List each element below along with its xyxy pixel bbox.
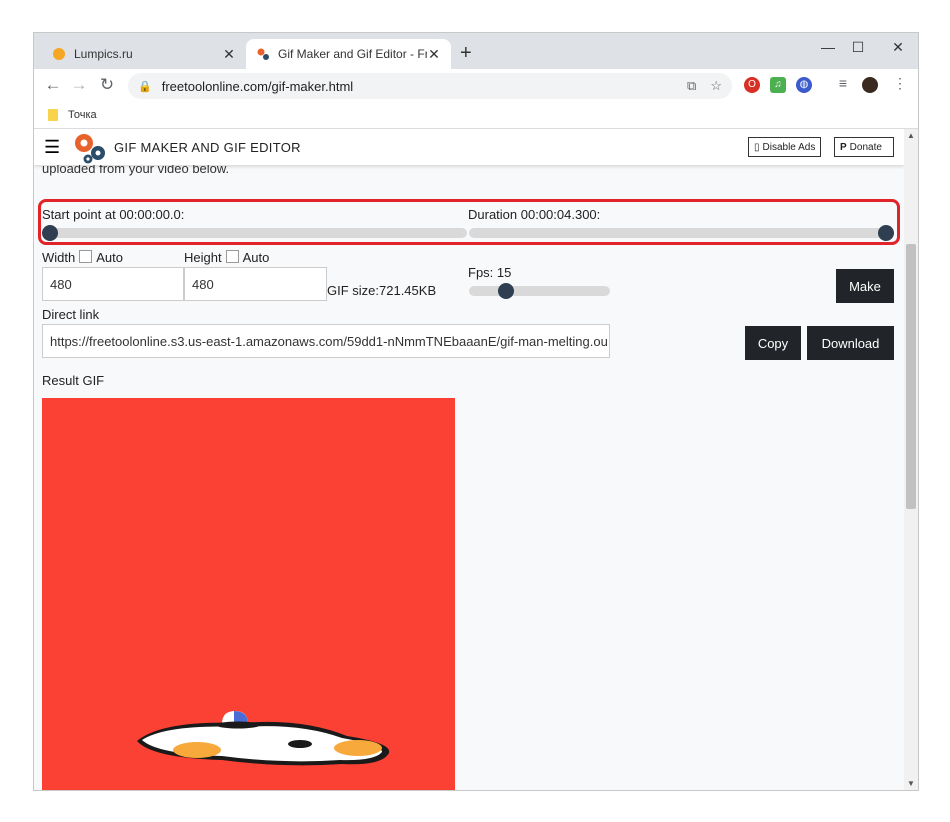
hamburger-menu-icon[interactable]: ☰ xyxy=(44,137,60,158)
maximize-button[interactable]: ☐ xyxy=(843,39,873,56)
melting-man-illustration xyxy=(137,711,390,766)
width-input[interactable]: 480 xyxy=(42,267,184,301)
donate-label: Donate xyxy=(849,141,882,153)
width-label-group: Width Auto xyxy=(42,250,123,265)
scroll-up-icon[interactable]: ▲ xyxy=(907,131,915,140)
gif-size-text: GIF size:721.45KB xyxy=(327,283,437,298)
width-auto-checkbox[interactable] xyxy=(79,250,93,263)
extension-globe-icon[interactable]: ◍ xyxy=(796,77,812,93)
extension-opera-icon[interactable]: O xyxy=(744,77,760,93)
height-auto-checkbox[interactable] xyxy=(225,250,239,263)
result-gif-label: Result GIF xyxy=(42,373,105,388)
width-label: Width xyxy=(42,250,76,265)
star-icon[interactable]: ☆ xyxy=(710,78,722,94)
profile-avatar[interactable] xyxy=(862,77,878,93)
gears-logo-icon xyxy=(75,134,105,164)
translate-icon[interactable]: ⧉ xyxy=(687,78,696,94)
fps-slider-track[interactable] xyxy=(469,286,610,296)
close-window-button[interactable]: ✕ xyxy=(883,39,913,56)
new-tab-button[interactable]: + xyxy=(460,43,472,63)
minimize-button[interactable]: — xyxy=(813,39,843,55)
tab-title: Lumpics.ru xyxy=(74,47,133,61)
height-label-group: Height Auto xyxy=(184,250,269,265)
bookmark-item[interactable]: Точка xyxy=(68,109,97,121)
width-auto-label: Auto xyxy=(96,250,123,265)
copy-button[interactable]: Copy xyxy=(745,326,801,360)
url-text: freetoolonline.com/gif-maker.html xyxy=(161,78,354,94)
forward-icon[interactable]: → xyxy=(68,75,90,95)
site-brand[interactable]: GIF MAKER AND GIF EDITOR xyxy=(114,140,301,155)
tab-lumpics[interactable]: Lumpics.ru ✕ xyxy=(42,39,246,69)
donate-button[interactable]: P Donate xyxy=(834,137,894,157)
direct-link-label: Direct link xyxy=(42,307,100,322)
browser-window: Lumpics.ru ✕ Gif Maker and Gif Editor - … xyxy=(33,32,919,791)
page-scrollbar[interactable]: ▲ ▼ xyxy=(904,129,918,790)
address-bar[interactable]: 🔒 freetoolonline.com/gif-maker.html ⧉ ☆ xyxy=(128,73,732,99)
fps-label: Fps: 15 xyxy=(468,265,512,280)
download-button[interactable]: Download xyxy=(807,326,894,360)
scrollbar-thumb[interactable] xyxy=(906,244,916,509)
gears-icon xyxy=(257,48,269,60)
tab-gif-maker[interactable]: Gif Maker and Gif Editor - Free To ✕ xyxy=(246,39,451,69)
tab-title: Gif Maker and Gif Editor - Free To xyxy=(278,47,427,61)
bookmarks-bar: Точка xyxy=(34,102,918,129)
document-icon: ▯ xyxy=(754,141,760,153)
height-label: Height xyxy=(184,250,222,265)
highlight-box xyxy=(38,199,900,245)
direct-link-input[interactable]: https://freetoolonline.s3.us-east-1.amaz… xyxy=(42,324,610,358)
disable-ads-button[interactable]: ▯ Disable Ads xyxy=(748,137,822,157)
browser-toolbar: ← → ↻ 🔒 freetoolonline.com/gif-maker.htm… xyxy=(34,69,918,102)
back-icon[interactable]: ← xyxy=(42,75,64,95)
folder-icon xyxy=(48,109,58,121)
height-auto-label: Auto xyxy=(242,250,270,265)
disable-ads-label: Disable Ads xyxy=(762,141,816,153)
extension-music-icon[interactable]: ♫ xyxy=(770,77,786,93)
menu-dots-icon[interactable]: ⋮ xyxy=(889,75,911,92)
close-tab-icon[interactable]: ✕ xyxy=(222,46,236,63)
paypal-icon: P xyxy=(840,141,847,153)
site-header: ☰ GIF MAKER AND GIF EDITOR ▯ Disable Ads… xyxy=(34,129,904,165)
result-gif-image[interactable] xyxy=(42,398,455,790)
close-tab-icon[interactable]: ✕ xyxy=(427,46,441,63)
reload-icon[interactable]: ↻ xyxy=(96,75,118,95)
scroll-down-icon[interactable]: ▼ xyxy=(907,779,915,788)
title-bar: Lumpics.ru ✕ Gif Maker and Gif Editor - … xyxy=(34,33,918,69)
lock-icon: 🔒 xyxy=(138,80,152,93)
fps-slider-handle[interactable] xyxy=(498,283,514,299)
page-content: ☰ GIF MAKER AND GIF EDITOR ▯ Disable Ads… xyxy=(34,129,904,790)
orange-circle-icon xyxy=(53,48,65,60)
media-control-icon[interactable]: ≡ xyxy=(832,75,854,91)
height-input[interactable]: 480 xyxy=(184,267,327,301)
make-button[interactable]: Make xyxy=(836,269,894,303)
